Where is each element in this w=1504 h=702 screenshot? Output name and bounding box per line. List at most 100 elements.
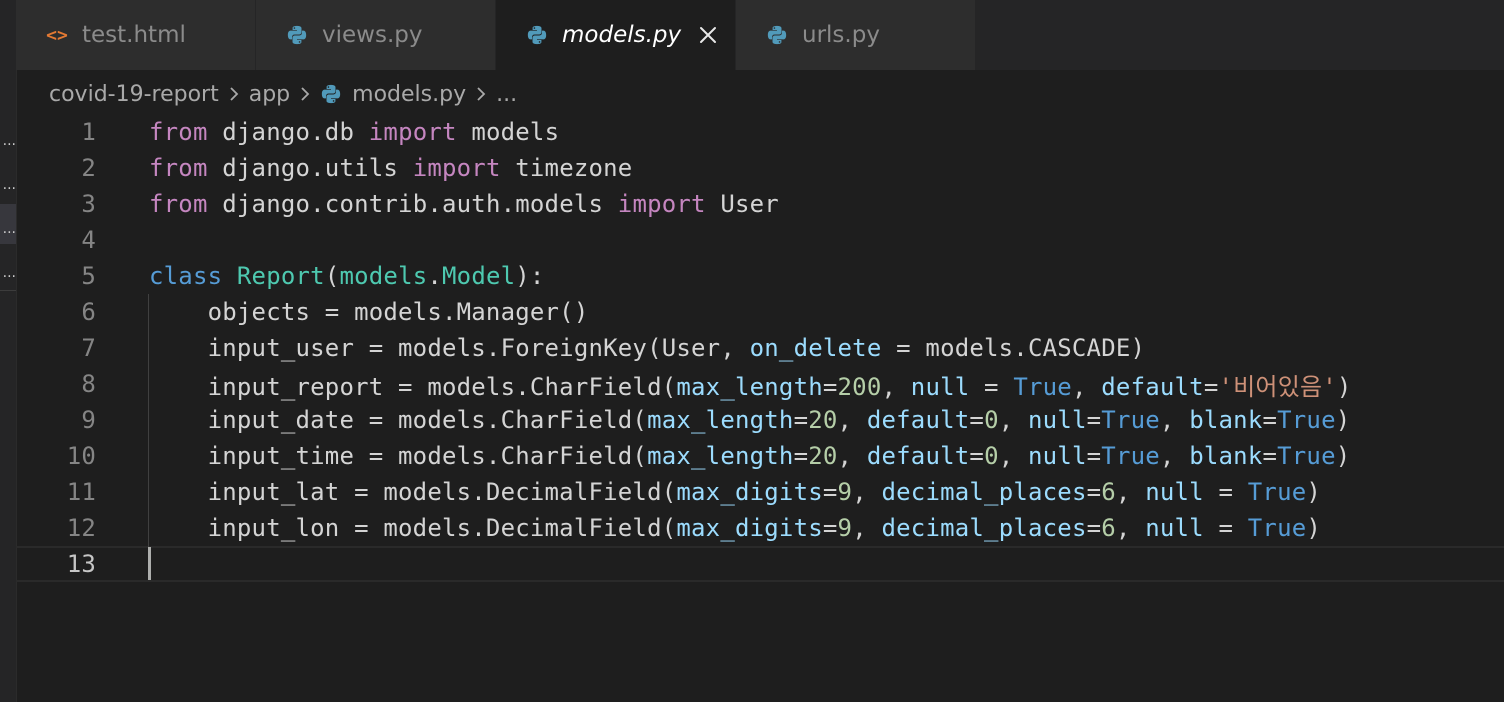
code-text: input_report = models.CharField(max_leng…	[149, 367, 1352, 402]
code-token: input_lat = models.DecimalField(	[149, 478, 677, 506]
code-token: ,	[1071, 372, 1102, 401]
code-text: class Report(models.Model):	[149, 262, 545, 290]
code-token: 9	[837, 514, 853, 542]
code-token: decimal_places	[881, 514, 1087, 542]
code-token: True	[1101, 442, 1160, 470]
chevron-right-icon	[475, 84, 487, 104]
code-line[interactable]: 4	[16, 222, 1504, 258]
code-token: =	[822, 514, 838, 542]
close-icon[interactable]	[697, 24, 719, 46]
tab-label: urls.py	[802, 22, 880, 48]
code-token: max_digits	[676, 478, 823, 506]
code-token: from	[149, 118, 208, 146]
breadcrumb-more[interactable]: ...	[496, 82, 517, 107]
code-token: django.db	[207, 118, 369, 146]
code-token: =	[1086, 442, 1102, 470]
code-line[interactable]: 10 input_time = models.CharField(max_len…	[16, 438, 1504, 474]
explorer-sidebar-edge[interactable]: ... ... ... ...	[0, 0, 17, 702]
code-line[interactable]: 7 input_user = models.ForeignKey(User, o…	[16, 330, 1504, 366]
code-token: django.utils	[207, 154, 413, 182]
editor-tab-bar: <> test.html views.py models.py urls.py	[16, 0, 1504, 70]
line-number: 1	[81, 118, 96, 146]
code-line[interactable]: 9 input_date = models.CharField(max_leng…	[16, 402, 1504, 438]
line-number: 6	[81, 298, 96, 326]
chevron-right-icon	[299, 84, 311, 104]
code-token: default	[866, 442, 970, 470]
code-token: ,	[881, 372, 911, 401]
code-token: max_length	[647, 406, 794, 434]
breadcrumb-folder[interactable]: app	[249, 82, 290, 107]
code-token: on_delete	[749, 334, 882, 362]
code-token: max_length	[676, 372, 823, 401]
code-token: ,	[1159, 406, 1190, 434]
code-line[interactable]: 11 input_lat = models.DecimalField(max_d…	[16, 474, 1504, 510]
line-number: 9	[81, 406, 96, 434]
code-token: =	[793, 406, 809, 434]
tab-test-html[interactable]: <> test.html	[16, 0, 256, 70]
code-line[interactable]: 13	[16, 546, 1504, 582]
code-token: ,	[1159, 442, 1190, 470]
code-token: 6	[1101, 514, 1116, 542]
code-token: ,	[998, 406, 1029, 434]
code-token: 0	[984, 406, 999, 434]
breadcrumb-file[interactable]: models.py	[352, 82, 466, 107]
code-token: ,	[1115, 514, 1146, 542]
code-token: null	[910, 372, 970, 401]
tab-models-py[interactable]: models.py	[496, 0, 736, 70]
code-line[interactable]: 12 input_lon = models.DecimalField(max_d…	[16, 510, 1504, 546]
python-icon	[764, 22, 790, 48]
code-token: ,	[998, 442, 1029, 470]
code-token: '비어있음'	[1218, 372, 1337, 401]
python-icon	[320, 83, 342, 105]
tab-label: test.html	[82, 22, 186, 48]
sidebar-truncated-item[interactable]: ...	[0, 222, 16, 236]
sidebar-truncated-item[interactable]: ...	[0, 266, 16, 280]
breadcrumb-project[interactable]: covid-19-report	[49, 82, 219, 107]
code-token: User	[705, 190, 779, 218]
line-number: 2	[81, 154, 96, 182]
code-token: =	[822, 478, 838, 506]
code-line[interactable]: 2 from django.utils import timezone	[16, 150, 1504, 186]
code-token: django.contrib.auth.models	[207, 190, 618, 218]
code-editor[interactable]: 1 from django.db import models 2 from djang…	[16, 114, 1504, 702]
python-icon	[524, 22, 550, 48]
code-token: input_report = models.CharField(	[149, 372, 677, 401]
code-token: default	[866, 406, 970, 434]
code-token: ,	[852, 514, 882, 542]
code-token: class	[149, 262, 223, 290]
code-token: 200	[837, 372, 882, 401]
code-line[interactable]: 8 input_report = models.CharField(max_le…	[16, 366, 1504, 402]
tab-views-py[interactable]: views.py	[256, 0, 496, 70]
code-token: =	[1086, 514, 1102, 542]
text-cursor	[148, 547, 151, 580]
code-line[interactable]: 3 from django.contrib.auth.models import …	[16, 186, 1504, 222]
code-token: blank	[1189, 406, 1263, 434]
code-token: =	[1086, 406, 1102, 434]
code-line[interactable]: 1 from django.db import models	[16, 114, 1504, 150]
code-line[interactable]: 5 class Report(models.Model):	[16, 258, 1504, 294]
code-token: input_user = models.ForeignKey(User,	[149, 334, 750, 362]
line-number: 5	[81, 262, 96, 290]
python-icon	[284, 22, 310, 48]
code-token: )	[1335, 406, 1351, 434]
line-number: 13	[66, 550, 96, 578]
tab-urls-py[interactable]: urls.py	[736, 0, 976, 70]
code-text: from django.utils import timezone	[149, 154, 632, 182]
code-token: null	[1028, 406, 1087, 434]
code-token: ,	[837, 442, 867, 470]
code-token: default	[1101, 372, 1204, 401]
sidebar-truncated-item[interactable]: ...	[0, 178, 16, 192]
code-token: True	[1247, 514, 1307, 542]
line-number: 11	[66, 478, 96, 506]
code-token: max_digits	[676, 514, 823, 542]
code-token: models	[339, 262, 428, 290]
code-line[interactable]: 6 objects = models.Manager()	[16, 294, 1504, 330]
code-token: True	[1277, 442, 1336, 470]
code-token: =	[1203, 478, 1248, 506]
line-number: 10	[66, 442, 96, 470]
code-token: =	[969, 442, 985, 470]
code-token: Model	[442, 262, 516, 290]
code-token: )	[1306, 514, 1322, 542]
sidebar-truncated-item[interactable]: ...	[0, 134, 16, 148]
code-token: True	[1277, 406, 1336, 434]
